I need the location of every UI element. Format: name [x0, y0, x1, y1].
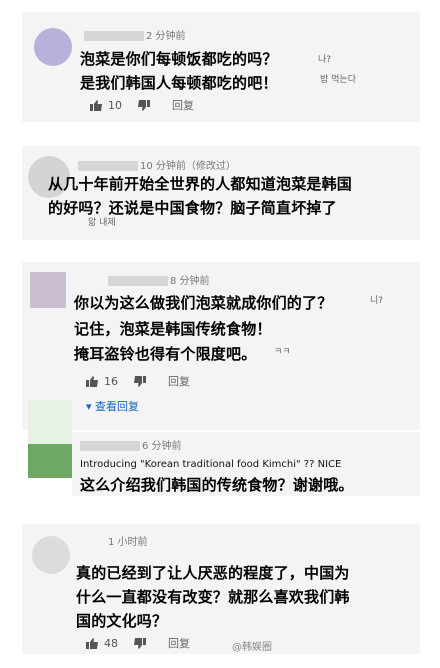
avatar-background — [28, 400, 72, 444]
comment-text-line: 这么介绍我们韩国的传统食物？谢谢哦。 — [80, 476, 354, 494]
comment-timestamp: 1 小时前 — [108, 537, 148, 548]
avatar[interactable] — [28, 444, 72, 478]
comment-text-line: 国的文化吗？ — [76, 612, 168, 630]
comment-actions: 16 回复 — [86, 373, 190, 389]
comment-text-english: Introducing "Korean traditional food Kim… — [80, 459, 342, 470]
comment-text-line: 掩耳盗铃也得有个限度吧。 — [74, 345, 257, 363]
reply-button[interactable]: 回复 — [168, 373, 190, 389]
view-replies-link[interactable]: ▾ 查看回复 — [86, 398, 139, 414]
comment-text-line: 泡菜是你们每顿饭都吃的吗？ — [80, 50, 278, 68]
comment-timestamp: 10 分钟前（修改过） — [78, 157, 236, 172]
comment-text-line: 记住，泡菜是韩国传统食物！ — [74, 320, 272, 338]
thumb-down-icon[interactable] — [134, 375, 146, 387]
thumb-up-icon[interactable] — [86, 637, 98, 649]
thumb-up-icon[interactable] — [86, 375, 98, 387]
comment-text-line: 真的已经到了让人厌恶的程度了，中国为 — [76, 564, 350, 582]
avatar[interactable] — [34, 28, 72, 66]
korean-text-fragment: ㅋㅋ — [274, 347, 291, 357]
like-count: 48 — [104, 636, 118, 650]
thumb-down-icon[interactable] — [134, 637, 146, 649]
avatar[interactable] — [32, 536, 70, 574]
korean-text-fragment: 나? — [318, 55, 332, 65]
comment-text-line: 什么一直都没有改变？就那么喜欢我们韩 — [76, 588, 350, 606]
thumb-up-icon[interactable] — [90, 99, 102, 111]
thumb-down-icon[interactable] — [138, 99, 150, 111]
avatar[interactable] — [30, 272, 66, 308]
comment-actions: 48 回复 — [86, 635, 190, 651]
comment-timestamp: 2 分钟前 — [84, 27, 186, 42]
comment-actions: 10 回复 — [90, 97, 194, 113]
comment-text-line: 你以为这么做我们泡菜就成你们的了？ — [74, 294, 333, 312]
reply-button[interactable]: 回复 — [168, 635, 190, 651]
comment-timestamp: 6 分钟前 — [80, 437, 182, 452]
korean-text-fragment: 밥 먹는다 — [320, 75, 356, 85]
watermark: @韩娱圈 — [232, 642, 272, 653]
like-count: 16 — [104, 374, 118, 388]
comment-text-line: 从几十年前开始全世界的人都知道泡菜是韩国 — [48, 175, 353, 193]
like-count: 10 — [108, 98, 122, 112]
chevron-down-icon: ▾ — [86, 400, 92, 413]
korean-text-fragment: 앎 내제 — [88, 218, 116, 228]
korean-text-fragment: 니? — [370, 296, 384, 306]
reply-button[interactable]: 回复 — [172, 97, 194, 113]
comment-timestamp: 8 分钟前 — [108, 272, 210, 287]
comment-text-line: 是我们韩国人每顿都吃的吧！ — [80, 74, 278, 92]
